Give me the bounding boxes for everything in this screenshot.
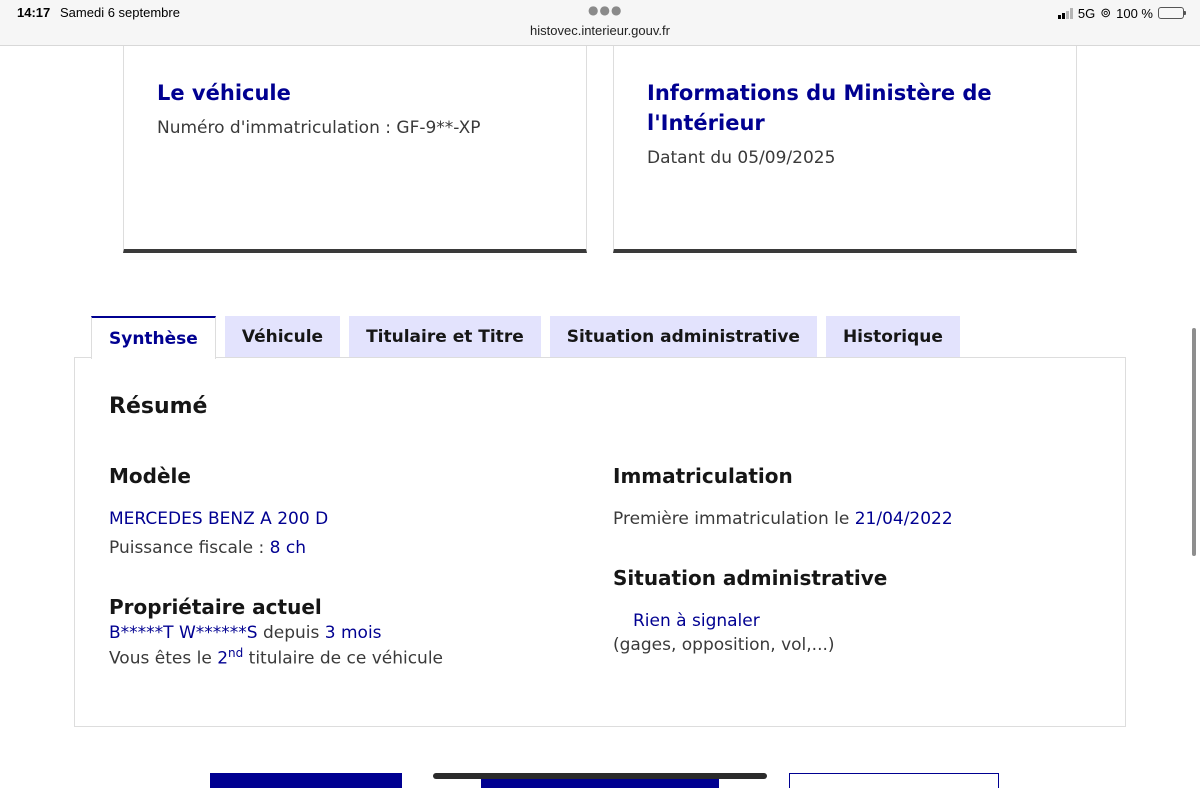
fiscal-power-value: 8 ch <box>269 538 306 558</box>
scrollbar[interactable] <box>1192 328 1196 556</box>
registration-number: Numéro d'immatriculation : GF-9**-XP <box>157 118 481 138</box>
tab-synthese[interactable]: Synthèse <box>91 316 216 359</box>
status-time: 14:17 <box>17 5 51 20</box>
owner-rank-sup: nd <box>228 646 244 660</box>
tab-situation-administrative[interactable]: Situation administrative <box>549 316 817 358</box>
home-indicator[interactable] <box>433 773 767 779</box>
owner-rank-suffix: titulaire de ce véhicule <box>243 648 444 669</box>
owner-rank: Vous êtes le 2nd titulaire de ce véhicul… <box>109 646 443 669</box>
data-date: Datant du 05/09/2025 <box>647 148 836 168</box>
tab-historique[interactable]: Historique <box>825 316 960 358</box>
tab-list: Synthèse Véhicule Titulaire et Titre Sit… <box>91 316 960 359</box>
cellular-signal-icon <box>1057 7 1073 19</box>
summary-title: Résumé <box>109 394 208 419</box>
admin-heading: Situation administrative <box>613 566 888 590</box>
status-indicators: 5G ⊚ 100 % <box>1057 5 1186 21</box>
battery-icon <box>1158 7 1186 19</box>
admin-status: Rien à signaler <box>633 611 760 631</box>
registration-heading: Immatriculation <box>613 464 793 488</box>
battery-percent: 100 % <box>1116 5 1153 21</box>
admin-details: (gages, opposition, vol,...) <box>613 635 835 655</box>
tab-vehicule[interactable]: Véhicule <box>224 316 341 358</box>
fiscal-power-label: Puissance fiscale : <box>109 538 270 558</box>
owner-since-label: depuis <box>257 623 325 643</box>
owner-line: B*****T W******S depuis 3 mois <box>109 623 382 643</box>
ministry-card-title: Informations du Ministère de l'Intérieur <box>647 81 992 135</box>
bottom-primary-button-1[interactable] <box>210 773 402 788</box>
owner-rank-number: 2 <box>217 648 229 669</box>
first-registration-date: 21/04/2022 <box>854 509 953 529</box>
vehicle-card-title: Le véhicule <box>157 81 291 105</box>
owner-since-value: 3 mois <box>324 623 382 643</box>
owner-rank-prefix: Vous êtes le <box>109 648 218 669</box>
model-name: MERCEDES BENZ A 200 D <box>109 509 329 529</box>
model-heading: Modèle <box>109 464 191 488</box>
status-bar: 14:17 Samedi 6 septembre ●●● histovec.in… <box>0 0 1200 46</box>
fiscal-power: Puissance fiscale : 8 ch <box>109 538 306 558</box>
first-registration: Première immatriculation le 21/04/2022 <box>613 509 953 529</box>
summary-panel: Résumé Modèle MERCEDES BENZ A 200 D Puis… <box>74 357 1126 727</box>
more-dots-icon[interactable]: ●●● <box>588 3 622 17</box>
orientation-lock-icon: ⊚ <box>1100 5 1112 20</box>
vehicle-card: Le véhicule Numéro d'immatriculation : G… <box>123 46 587 253</box>
owner-name: B*****T W******S <box>109 623 258 643</box>
bottom-secondary-button[interactable] <box>789 773 999 788</box>
owner-heading: Propriétaire actuel <box>109 595 322 619</box>
ministry-info-card: Informations du Ministère de l'Intérieur… <box>613 46 1077 253</box>
address-bar-url[interactable]: histovec.interieur.gouv.fr <box>0 23 1200 38</box>
status-date: Samedi 6 septembre <box>60 5 180 20</box>
network-type: 5G <box>1077 5 1096 21</box>
first-registration-label: Première immatriculation le <box>613 509 855 529</box>
tab-titulaire-titre[interactable]: Titulaire et Titre <box>349 316 541 358</box>
